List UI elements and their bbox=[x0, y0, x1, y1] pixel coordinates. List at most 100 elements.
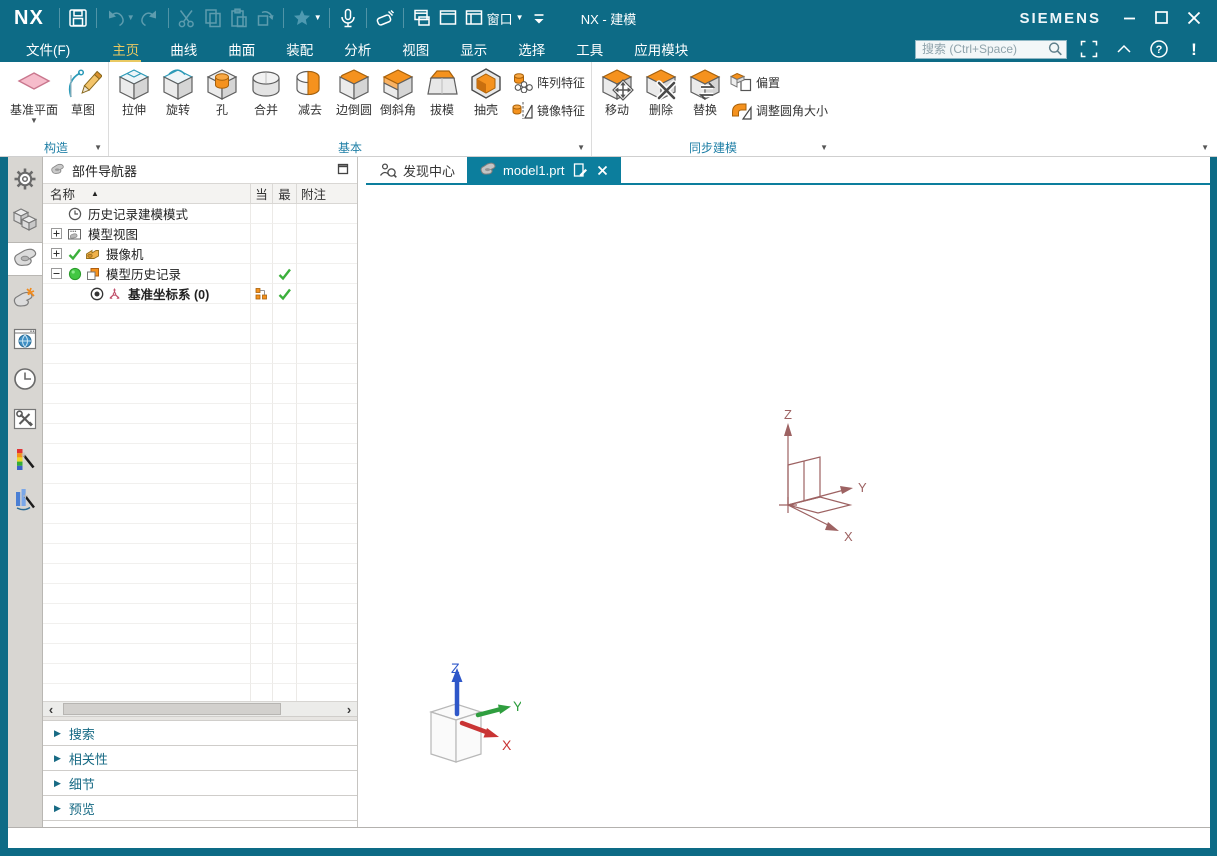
navigator-hscrollbar[interactable]: ‹ › bbox=[43, 701, 357, 716]
search-icon[interactable] bbox=[1046, 40, 1064, 58]
ribbon-button-调整圆角大小[interactable]: 调整圆角大小 bbox=[730, 99, 828, 121]
cascade-windows-button[interactable] bbox=[409, 5, 435, 31]
ribbon-button-拔模[interactable]: 拔模 bbox=[420, 63, 464, 117]
ribbon-options-caret[interactable]: ▼ bbox=[1201, 143, 1209, 152]
group-dialog-caret[interactable]: ▼ bbox=[820, 143, 828, 152]
maximize-button[interactable] bbox=[1149, 6, 1175, 30]
eye-icon[interactable] bbox=[89, 286, 104, 301]
ribbon-button-孔[interactable]: 孔 bbox=[200, 63, 244, 117]
tree-row[interactable]: 模型历史记录 bbox=[43, 264, 357, 284]
resource-bar-web-browser[interactable] bbox=[8, 322, 42, 356]
tree-row[interactable]: 摄像机 bbox=[43, 244, 357, 264]
ribbon-tab-曲线[interactable]: 曲线 bbox=[168, 37, 199, 62]
ribbon-group-label[interactable]: 构造▼ bbox=[7, 139, 105, 156]
column-header-comment[interactable]: 附注 bbox=[297, 184, 357, 203]
collapse-ribbon-button[interactable] bbox=[1111, 36, 1137, 62]
ribbon-button-合并[interactable]: 合并 bbox=[244, 63, 288, 117]
ribbon-button-减去[interactable]: 减去 bbox=[288, 63, 332, 117]
tree-row[interactable]: 历史记录建模模式 bbox=[43, 204, 357, 224]
window-menu-button[interactable]: 窗口▼ bbox=[461, 5, 526, 31]
green-dot-icon[interactable] bbox=[67, 266, 82, 281]
minimize-button[interactable] bbox=[1117, 6, 1143, 30]
ribbon-tab-主页[interactable]: 主页 bbox=[110, 37, 141, 62]
scroll-thumb[interactable] bbox=[63, 703, 281, 715]
close-button[interactable] bbox=[1181, 6, 1207, 30]
ribbon-button-删除[interactable]: 删除 bbox=[639, 63, 683, 117]
ribbon-group-构造: 基准平面▼草图 构造▼ bbox=[4, 62, 108, 156]
tree-expander-icon[interactable] bbox=[51, 228, 62, 239]
resource-bar-assembly-navigator[interactable] bbox=[8, 202, 42, 236]
ribbon-button-替换[interactable]: 替换 bbox=[683, 63, 727, 117]
ribbon-button-基准平面[interactable]: 基准平面▼ bbox=[7, 63, 61, 125]
tree-expander-icon[interactable] bbox=[51, 248, 62, 259]
resource-bar-color-palette[interactable] bbox=[8, 442, 42, 476]
scroll-right-arrow[interactable]: › bbox=[341, 702, 357, 716]
ribbon-tab-视图[interactable]: 视图 bbox=[400, 37, 431, 62]
command-search-box[interactable] bbox=[915, 40, 1067, 59]
touch-mode-button[interactable] bbox=[372, 5, 398, 31]
navigator-column-headers[interactable]: 名称▲当最附注 bbox=[43, 183, 357, 204]
ribbon-tab-文件(F)[interactable]: 文件(F) bbox=[24, 37, 72, 62]
resource-bar-part-navigator[interactable] bbox=[8, 242, 42, 276]
ribbon-button-镜像特征[interactable]: 镜像特征 bbox=[511, 99, 585, 121]
undo-button[interactable]: ▼ bbox=[102, 5, 137, 31]
ribbon-button-倒斜角[interactable]: 倒斜角 bbox=[376, 63, 420, 117]
panel-maximize-icon[interactable] bbox=[336, 162, 350, 179]
save-button[interactable] bbox=[65, 5, 91, 31]
scroll-left-arrow[interactable]: ‹ bbox=[43, 702, 59, 716]
redo-button[interactable] bbox=[137, 5, 163, 31]
favorites-button[interactable]: ▼ bbox=[289, 5, 324, 31]
resource-bar-tools-palette[interactable] bbox=[8, 402, 42, 436]
tree-expander-icon[interactable] bbox=[51, 268, 62, 279]
ribbon-button-移动[interactable]: 移动 bbox=[595, 63, 639, 117]
copy-button[interactable] bbox=[200, 5, 226, 31]
tree-row[interactable]: 基准坐标系 (0) bbox=[43, 284, 357, 304]
ribbon-tab-曲面[interactable]: 曲面 bbox=[226, 37, 257, 62]
ribbon-tab-选择[interactable]: 选择 bbox=[516, 37, 547, 62]
column-header-current[interactable]: 当 bbox=[251, 184, 273, 203]
graphics-viewport[interactable]: Z Y X bbox=[366, 185, 1210, 827]
resource-bar-visual-reports[interactable] bbox=[8, 482, 42, 516]
alert-button[interactable]: ! bbox=[1181, 36, 1207, 62]
ribbon-group-label[interactable]: 同步建模▼ bbox=[595, 139, 831, 156]
customize-qat-button[interactable] bbox=[526, 5, 552, 31]
navigator-section-预览[interactable]: ▶预览 bbox=[43, 796, 357, 821]
doc-tab-发现中心[interactable]: 发现中心 bbox=[366, 157, 467, 183]
navigator-section-搜索[interactable]: ▶搜索 bbox=[43, 721, 357, 746]
paste-button[interactable] bbox=[226, 5, 252, 31]
navigator-section-相关性[interactable]: ▶相关性 bbox=[43, 746, 357, 771]
ribbon-tab-工具[interactable]: 工具 bbox=[574, 37, 605, 62]
ribbon-tab-应用模块[interactable]: 应用模块 bbox=[632, 37, 690, 62]
resource-bar-constraint-navigator[interactable] bbox=[8, 282, 42, 316]
ribbon-tab-分析[interactable]: 分析 bbox=[342, 37, 373, 62]
group-dialog-caret[interactable]: ▼ bbox=[94, 143, 102, 152]
ribbon-group-label[interactable]: 基本▼ bbox=[112, 139, 588, 156]
tab-close-icon[interactable] bbox=[596, 164, 609, 177]
new-window-button[interactable] bbox=[435, 5, 461, 31]
search-input[interactable] bbox=[920, 41, 1046, 57]
microphone-button[interactable] bbox=[335, 5, 361, 31]
navigator-section-细节[interactable]: ▶细节 bbox=[43, 771, 357, 796]
tree-row[interactable]: 模型视图 bbox=[43, 224, 357, 244]
resource-bar-history-palette[interactable] bbox=[8, 362, 42, 396]
datum-csys-triad[interactable]: Z Y X bbox=[756, 405, 886, 550]
resource-bar-gear[interactable] bbox=[8, 162, 42, 196]
column-header-latest[interactable]: 最 bbox=[273, 184, 297, 203]
group-dialog-caret[interactable]: ▼ bbox=[577, 143, 585, 152]
cut-button[interactable] bbox=[174, 5, 200, 31]
fullscreen-button[interactable] bbox=[1076, 36, 1102, 62]
ribbon-button-抽壳[interactable]: 抽壳 bbox=[464, 63, 508, 117]
ribbon-tab-显示[interactable]: 显示 bbox=[458, 37, 489, 62]
ribbon-button-旋转[interactable]: 旋转 bbox=[156, 63, 200, 117]
transform-button[interactable] bbox=[252, 5, 278, 31]
help-button[interactable]: ? bbox=[1146, 36, 1172, 62]
doc-tab-model1.prt[interactable]: model1.prt bbox=[467, 157, 621, 183]
ribbon-button-偏置[interactable]: 偏置 bbox=[730, 71, 828, 93]
ribbon-tab-装配[interactable]: 装配 bbox=[284, 37, 315, 62]
check-icon[interactable] bbox=[67, 246, 82, 261]
ribbon-button-草图[interactable]: 草图 bbox=[61, 63, 105, 117]
column-header-name[interactable]: 名称▲ bbox=[43, 184, 251, 203]
ribbon-button-阵列特征[interactable]: 阵列特征 bbox=[511, 71, 585, 93]
ribbon-button-边倒圆[interactable]: 边倒圆 bbox=[332, 63, 376, 117]
ribbon-button-拉伸[interactable]: 拉伸 bbox=[112, 63, 156, 117]
